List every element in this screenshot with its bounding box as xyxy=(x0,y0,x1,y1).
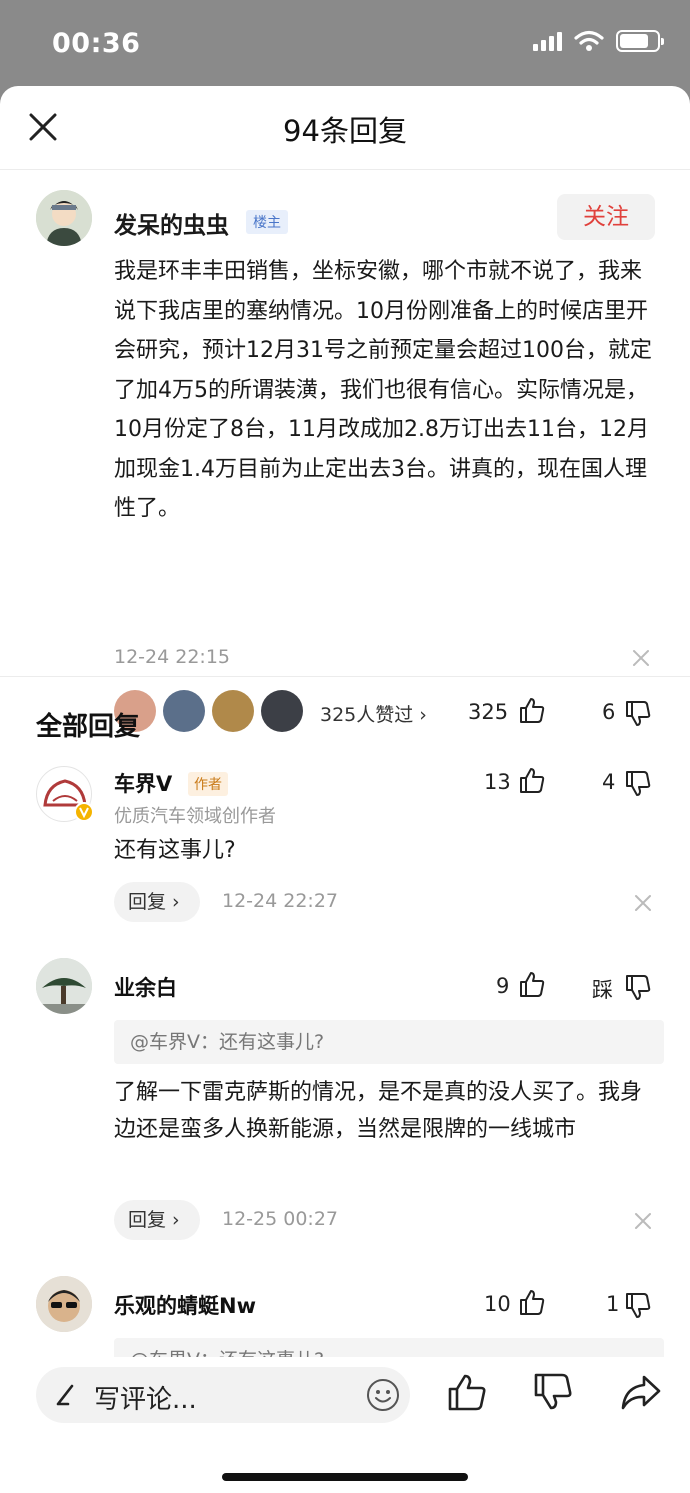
reply-dislike-label: 踩 xyxy=(592,978,613,1002)
thumb-down-icon[interactable] xyxy=(624,1292,652,1320)
post-body: 我是环丰丰田销售，坐标安徽，哪个市就不说了，我来说下我店里的塞纳情况。10月份刚… xyxy=(114,259,652,521)
comment-input[interactable]: 写评论... xyxy=(36,1367,410,1423)
wifi-icon xyxy=(574,30,604,51)
pen-icon xyxy=(56,1384,74,1406)
home-indicator xyxy=(222,1473,468,1481)
thumb-up-icon[interactable] xyxy=(518,766,546,794)
bottom-action-bar: 写评论... xyxy=(0,1357,690,1493)
avatar[interactable] xyxy=(36,190,92,246)
reply-like-count: 10 xyxy=(484,1292,511,1316)
header: 94条回复 xyxy=(0,86,690,170)
thumb-up-icon[interactable] xyxy=(446,1371,488,1413)
dismiss-icon[interactable] xyxy=(632,649,650,667)
follow-button[interactable]: 关注 xyxy=(557,194,655,240)
reply-button[interactable]: 回复 › xyxy=(114,882,200,922)
reply-timestamp: 12-25 00:27 xyxy=(222,1208,339,1230)
reply-button[interactable]: 回复 › xyxy=(114,1200,200,1240)
liker-avatar xyxy=(212,690,254,732)
post-timestamp: 12-24 22:15 xyxy=(114,646,231,668)
liker-avatar xyxy=(261,690,303,732)
post-dislike-count: 6 xyxy=(602,700,616,724)
reply-timestamp: 12-24 22:27 xyxy=(222,890,339,912)
reply-author-name[interactable]: 业余白 xyxy=(114,972,177,1002)
thumb-down-icon[interactable] xyxy=(624,770,652,798)
status-bar: 00:36 xyxy=(0,0,690,86)
thumb-up-icon[interactable] xyxy=(518,696,546,724)
thumb-up-icon[interactable] xyxy=(518,1288,546,1316)
thumb-down-icon[interactable] xyxy=(624,974,652,1002)
reply-author-name[interactable]: 车界V xyxy=(114,768,172,798)
quoted-reply: @车界V：还有这事儿? xyxy=(114,1020,664,1064)
reply-body: 了解一下雷克萨斯的情况，是不是真的没人买了。我身边还是蛮多人换新能源，当然是限牌… xyxy=(114,1080,643,1142)
reply-body: 还有这事儿? xyxy=(114,838,236,863)
author-subtitle: 优质汽车领域创作者 xyxy=(114,806,276,827)
dismiss-icon[interactable] xyxy=(634,1212,652,1230)
liker-avatars[interactable] xyxy=(114,690,303,732)
liker-avatar xyxy=(163,690,205,732)
status-time: 00:36 xyxy=(52,28,141,59)
avatar[interactable] xyxy=(36,1276,92,1332)
post-like-count: 325 xyxy=(468,700,509,724)
reply-dislike-count: 4 xyxy=(602,770,616,794)
battery-icon xyxy=(616,30,664,52)
emoji-icon[interactable] xyxy=(366,1378,400,1412)
page-title: 94条回复 xyxy=(283,114,407,148)
thumb-down-icon[interactable] xyxy=(624,700,652,728)
status-icons xyxy=(533,30,664,52)
section-title: 全部回复 xyxy=(36,712,141,742)
replies-sheet: 94条回复 发呆的虫虫 楼主 关注 我是环丰丰田销售，坐标安徽，哪个市就不说了，… xyxy=(0,86,690,1493)
post-author-name[interactable]: 发呆的虫虫 xyxy=(114,206,229,240)
verified-badge-icon xyxy=(74,802,94,822)
reply-like-count: 13 xyxy=(484,770,511,794)
comment-placeholder: 写评论... xyxy=(94,1385,197,1415)
author-tag: 作者 xyxy=(188,772,228,796)
reply-like-count: 9 xyxy=(496,974,510,998)
thumb-up-icon[interactable] xyxy=(518,970,546,998)
thumb-down-icon[interactable] xyxy=(532,1371,574,1413)
op-badge: 楼主 xyxy=(246,210,288,234)
share-icon[interactable] xyxy=(620,1371,662,1413)
section-divider xyxy=(0,676,690,677)
reply-author-name[interactable]: 乐观的蜻蜓Nw xyxy=(114,1290,256,1320)
liked-by-link[interactable]: 325人赞过 › xyxy=(320,700,427,727)
dismiss-icon[interactable] xyxy=(634,894,652,912)
avatar[interactable] xyxy=(36,958,92,1014)
reply-dislike-count: 1 xyxy=(606,1292,620,1316)
cellular-signal-icon xyxy=(533,31,562,51)
